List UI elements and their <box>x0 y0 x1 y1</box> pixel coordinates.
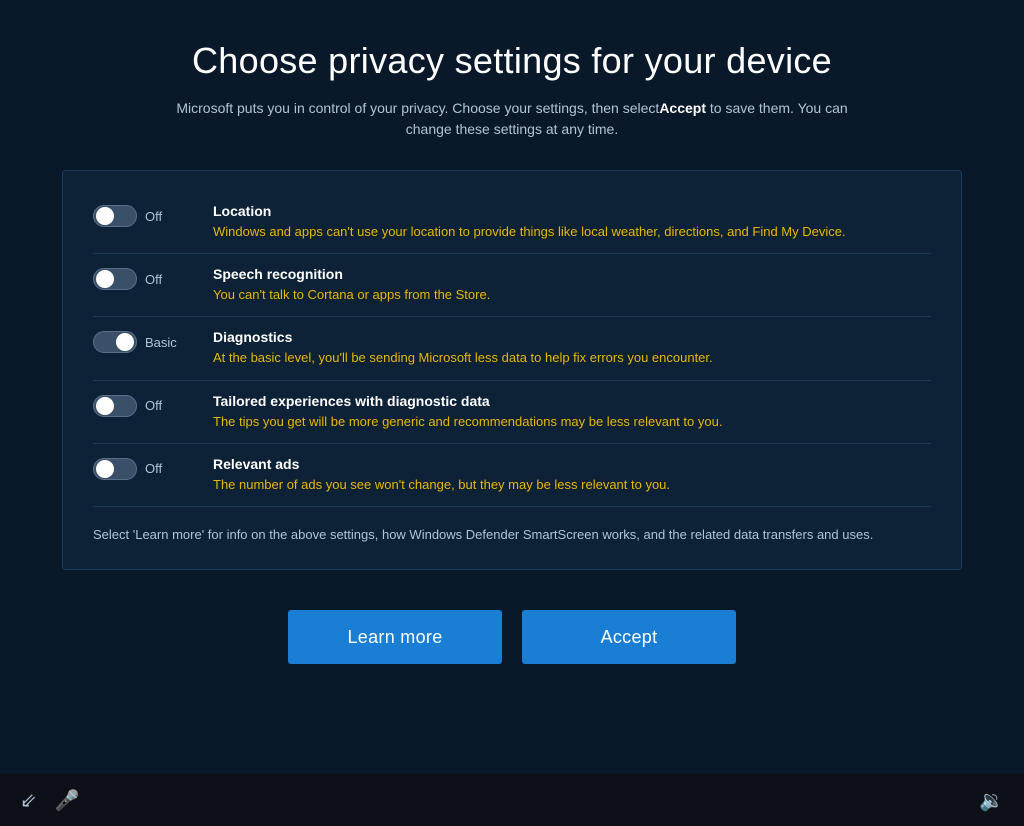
tailored-desc: The tips you get will be more generic an… <box>213 413 931 431</box>
location-toggle[interactable] <box>93 205 137 227</box>
diagnostics-toggle-container: Basic <box>93 331 203 353</box>
diagnostics-info: Diagnostics At the basic level, you'll b… <box>203 329 931 367</box>
tailored-toggle-knob <box>96 397 114 415</box>
speech-toggle[interactable] <box>93 268 137 290</box>
setting-row-speech: Off Speech recognition You can't talk to… <box>93 254 931 317</box>
page-subtitle: Microsoft puts you in control of your pr… <box>162 98 862 140</box>
speech-toggle-label: Off <box>145 272 180 287</box>
volume-icon[interactable]: 🔉 <box>979 790 1004 812</box>
taskbar-left: ⇙ 🎤 <box>20 788 80 813</box>
ads-toggle-container: Off <box>93 458 203 480</box>
learn-more-button[interactable]: Learn more <box>288 610 502 664</box>
speech-toggle-container: Off <box>93 268 203 290</box>
tailored-name: Tailored experiences with diagnostic dat… <box>213 393 931 409</box>
main-content: Choose privacy settings for your device … <box>0 0 1024 774</box>
diagnostics-toggle[interactable] <box>93 331 137 353</box>
location-desc: Windows and apps can't use your location… <box>213 223 931 241</box>
taskbar: ⇙ 🎤 🔉 <box>0 774 1024 826</box>
diagnostics-toggle-label: Basic <box>145 335 180 350</box>
ads-desc: The number of ads you see won't change, … <box>213 476 931 494</box>
info-text: Select 'Learn more' for info on the abov… <box>93 517 931 545</box>
taskbar-right: 🔉 <box>979 788 1004 813</box>
location-name: Location <box>213 203 931 219</box>
diagnostics-toggle-knob <box>116 333 134 351</box>
diagnostics-desc: At the basic level, you'll be sending Mi… <box>213 349 931 367</box>
location-toggle-knob <box>96 207 114 225</box>
speech-name: Speech recognition <box>213 266 931 282</box>
subtitle-bold: Accept <box>659 100 706 116</box>
setting-row-location: Off Location Windows and apps can't use … <box>93 191 931 254</box>
speech-info: Speech recognition You can't talk to Cor… <box>203 266 931 304</box>
speech-toggle-knob <box>96 270 114 288</box>
location-toggle-label: Off <box>145 209 180 224</box>
ads-toggle-knob <box>96 460 114 478</box>
accept-button[interactable]: Accept <box>522 610 736 664</box>
ads-toggle[interactable] <box>93 458 137 480</box>
tailored-toggle-label: Off <box>145 398 180 413</box>
ads-info: Relevant ads The number of ads you see w… <box>203 456 931 494</box>
ads-toggle-label: Off <box>145 461 180 476</box>
tailored-toggle[interactable] <box>93 395 137 417</box>
page-title: Choose privacy settings for your device <box>192 40 832 82</box>
tailored-toggle-container: Off <box>93 395 203 417</box>
location-info: Location Windows and apps can't use your… <box>203 203 931 241</box>
settings-panel: Off Location Windows and apps can't use … <box>62 170 962 570</box>
microphone-icon[interactable]: 🎤 <box>55 788 80 813</box>
setting-row-tailored: Off Tailored experiences with diagnostic… <box>93 381 931 444</box>
tailored-info: Tailored experiences with diagnostic dat… <box>203 393 931 431</box>
buttons-row: Learn more Accept <box>288 610 736 664</box>
speech-desc: You can't talk to Cortana or apps from t… <box>213 286 931 304</box>
location-toggle-container: Off <box>93 205 203 227</box>
subtitle-text: Microsoft puts you in control of your pr… <box>176 100 659 116</box>
ads-name: Relevant ads <box>213 456 931 472</box>
diagnostics-name: Diagnostics <box>213 329 931 345</box>
setting-row-ads: Off Relevant ads The number of ads you s… <box>93 444 931 507</box>
setting-row-diagnostics: Basic Diagnostics At the basic level, yo… <box>93 317 931 380</box>
back-icon[interactable]: ⇙ <box>20 788 37 813</box>
